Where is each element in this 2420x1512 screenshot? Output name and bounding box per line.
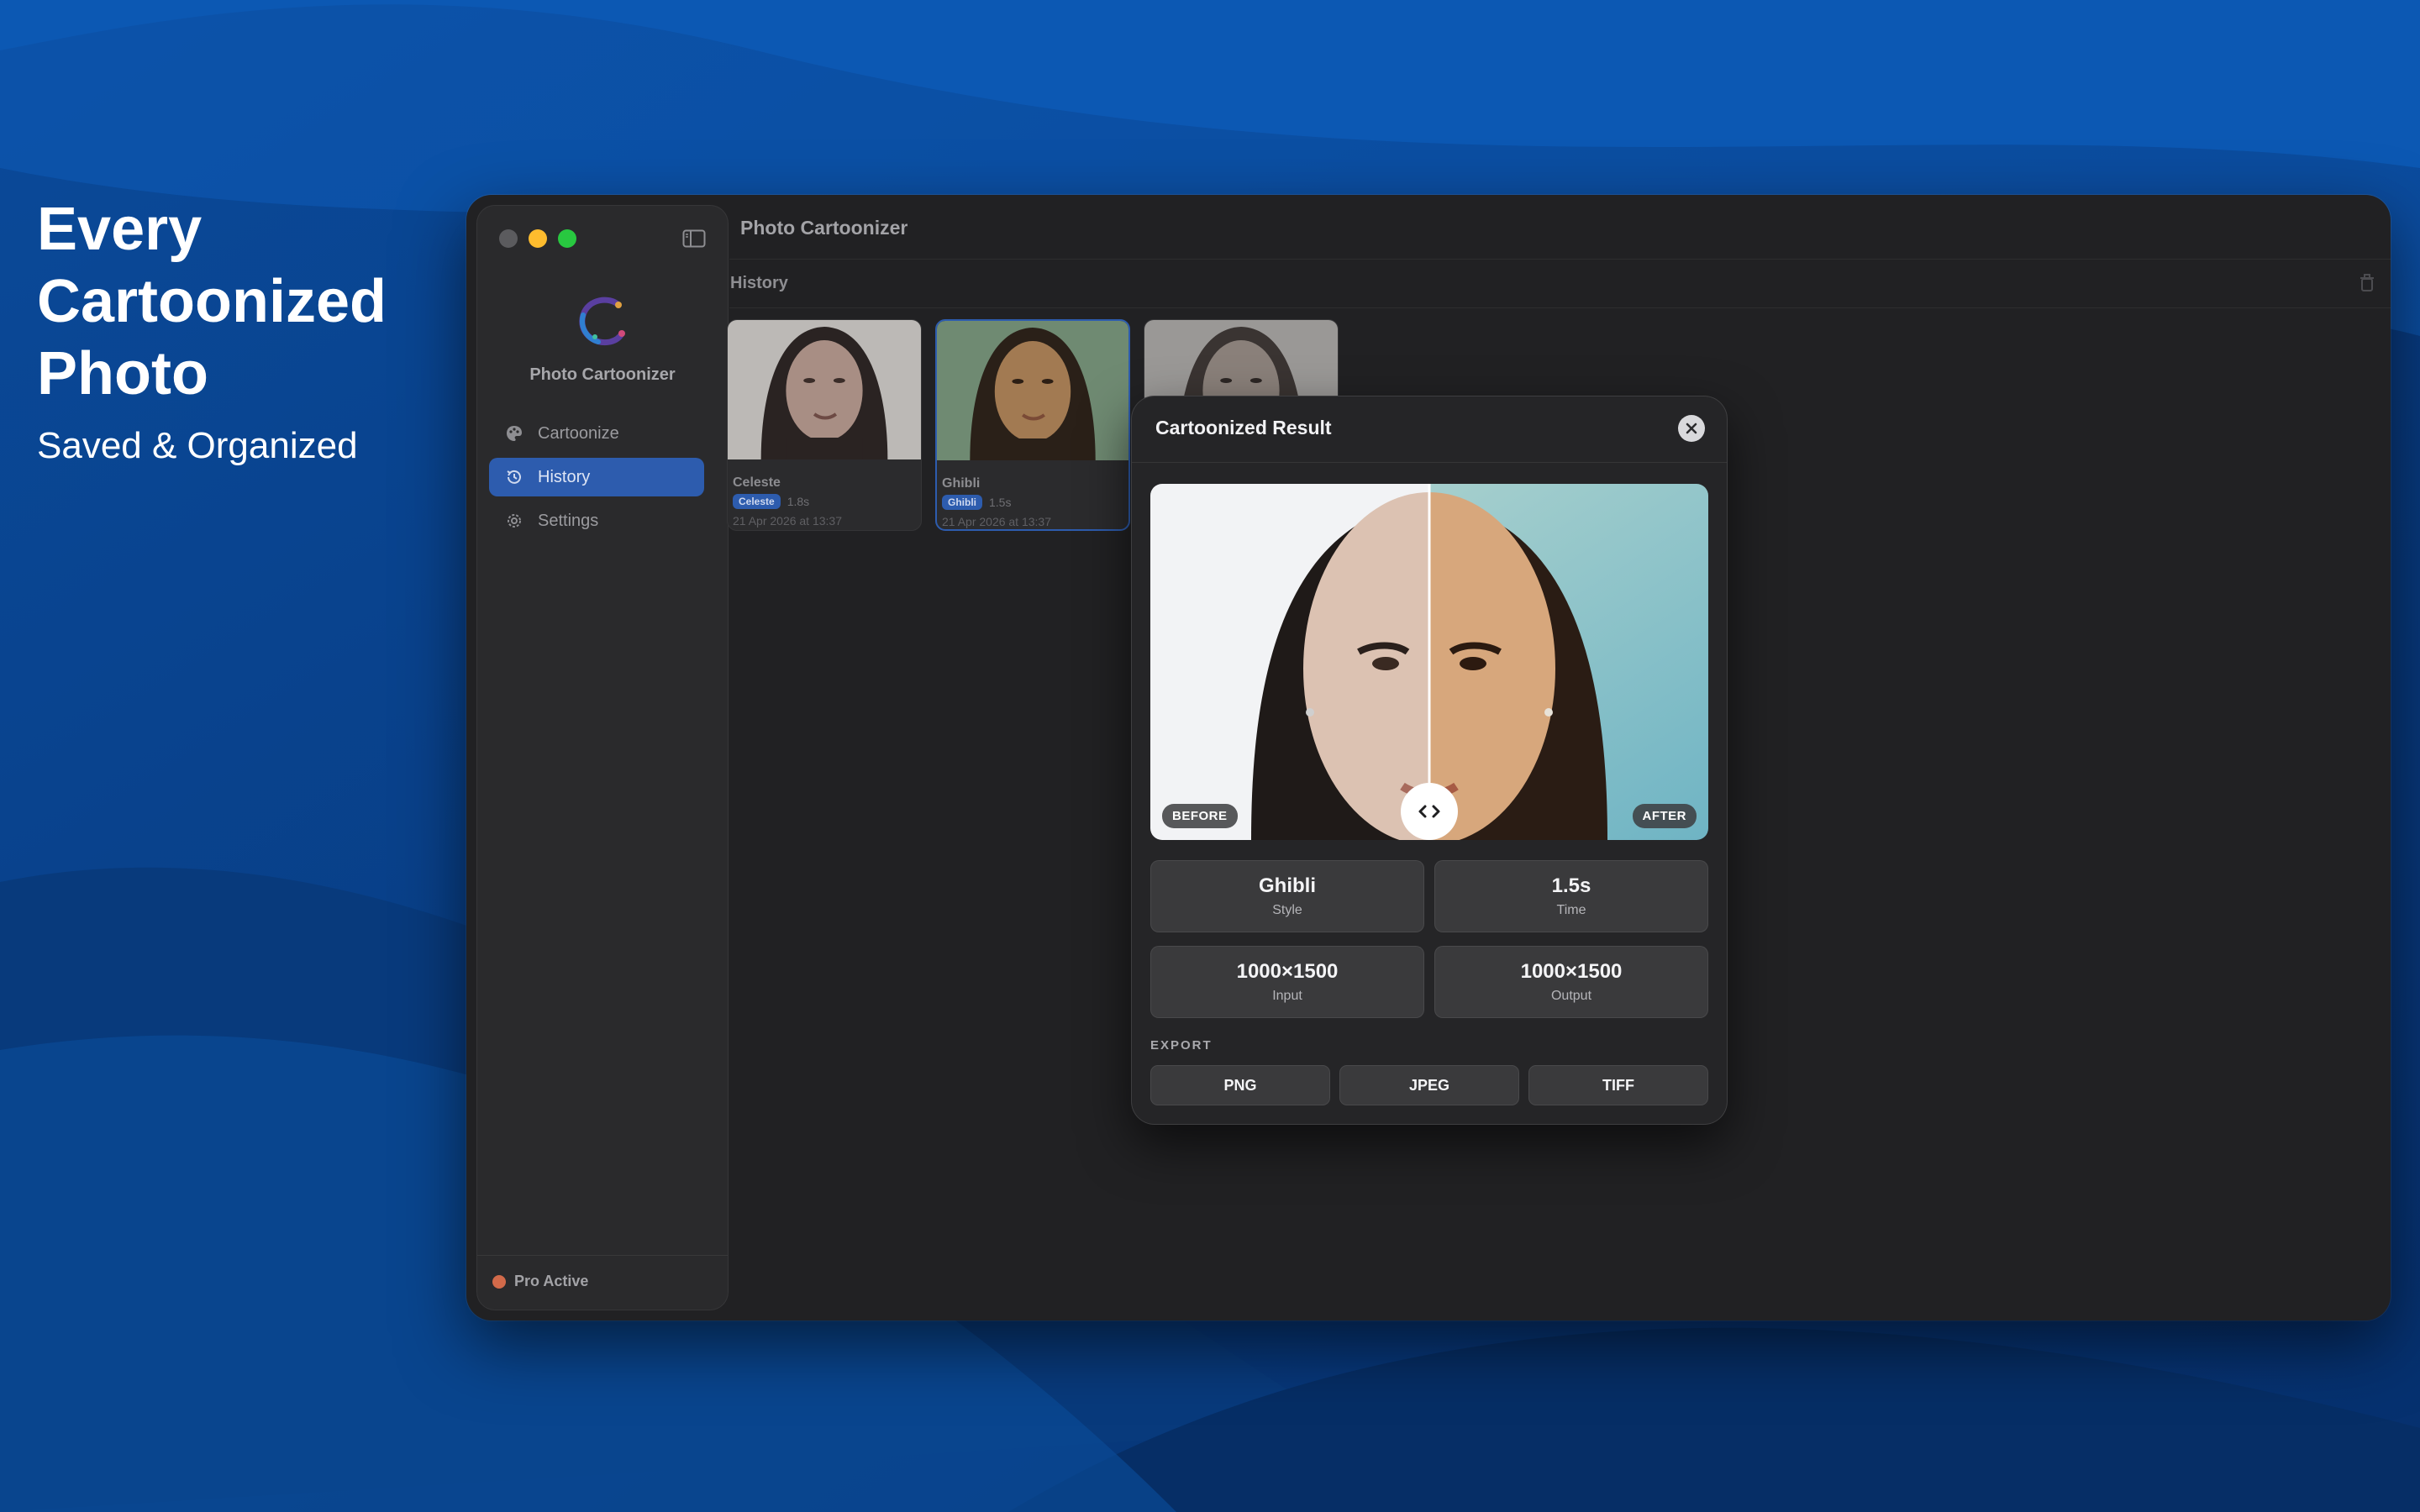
history-card-meta: Celeste 1.8s: [733, 494, 921, 509]
promo-headline: Every Cartoonized Photo: [37, 193, 387, 410]
window-minimize-button[interactable]: [529, 229, 547, 248]
history-card-name: Ghibli: [942, 476, 981, 491]
history-thumbnail: [937, 321, 1128, 460]
app-window: Photo Cartoonizer Cartoonize History Set…: [466, 195, 2391, 1320]
history-card-meta: Ghibli 1.5s: [942, 495, 1128, 510]
stat-input: 1000×1500 Input: [1150, 946, 1424, 1018]
pro-status-label: Pro Active: [514, 1273, 589, 1289]
stat-time: 1.5s Time: [1434, 860, 1708, 932]
sidebar-toggle-icon[interactable]: [682, 229, 706, 248]
window-maximize-button[interactable]: [558, 229, 576, 248]
sidebar-item-label: Cartoonize: [538, 423, 619, 443]
export-jpeg-button[interactable]: JPEG: [1339, 1065, 1519, 1105]
stat-label: Time: [1556, 903, 1586, 917]
clock-history-icon: [504, 467, 524, 487]
promo-headline-line-2: Cartoonized: [37, 268, 387, 335]
trash-icon[interactable]: [2359, 274, 2375, 292]
promo-headline-line-3: Photo: [37, 340, 208, 407]
style-badge: Ghibli: [942, 495, 982, 510]
before-label: BEFORE: [1162, 804, 1238, 828]
modal-close-button[interactable]: [1678, 415, 1705, 442]
comparison-slider-handle[interactable]: [1401, 783, 1458, 840]
sidebar-item-label: History: [538, 467, 591, 486]
sidebar-item-history[interactable]: History: [489, 458, 704, 496]
pro-badge-icon: [492, 1274, 506, 1289]
app-logo-icon: [579, 297, 625, 346]
export-label: EXPORT: [1150, 1038, 1213, 1053]
sidebar-footer: Pro Active: [477, 1255, 728, 1310]
stat-output: 1000×1500 Output: [1434, 946, 1708, 1018]
history-card-date: 21 Apr 2026 at 13:37: [733, 514, 842, 528]
history-card-date: 21 Apr 2026 at 13:37: [942, 515, 1051, 528]
modal-title: Cartoonized Result: [1155, 417, 1332, 438]
window-close-button[interactable]: [499, 229, 518, 248]
result-modal: Cartoonized Result BEFORE AFTER Ghibli S…: [1131, 396, 1728, 1125]
stat-label: Output: [1550, 989, 1592, 1003]
history-card-celeste[interactable]: Celeste Celeste 1.8s 21 Apr 2026 at 13:3…: [727, 319, 922, 531]
history-card-ghibli[interactable]: Ghibli Ghibli 1.5s 21 Apr 2026 at 13:37: [935, 319, 1130, 531]
promo-text: Every Cartoonized Photo Saved & Organize…: [37, 193, 387, 467]
stat-value: 1.5s: [1551, 874, 1591, 897]
stat-style: Ghibli Style: [1150, 860, 1424, 932]
gear-icon: [504, 511, 524, 531]
palette-icon: [504, 423, 524, 444]
sidebar-item-label: Settings: [538, 511, 599, 530]
history-thumbnail: [728, 320, 921, 459]
pro-status: Pro Active: [492, 1273, 588, 1290]
history-card-name: Celeste: [733, 475, 781, 490]
history-card-time: 1.8s: [786, 495, 810, 508]
chevrons-left-right-icon: [1418, 805, 1440, 818]
modal-header: Cartoonized Result: [1132, 396, 1727, 463]
stat-label: Input: [1272, 989, 1302, 1003]
sidebar: Photo Cartoonizer Cartoonize History Set…: [476, 205, 729, 1310]
history-section-label: History: [730, 274, 788, 292]
stat-label: Style: [1272, 903, 1302, 917]
promo-headline-line-1: Every: [37, 196, 203, 263]
sidebar-item-cartoonize[interactable]: Cartoonize: [489, 414, 704, 453]
stat-value: Ghibli: [1259, 874, 1316, 897]
section-divider: [729, 307, 2391, 308]
title-divider: [729, 259, 2391, 260]
close-icon: [1686, 423, 1697, 434]
export-tiff-button[interactable]: TIFF: [1528, 1065, 1708, 1105]
stat-value: 1000×1500: [1236, 960, 1339, 983]
window-title: Photo Cartoonizer: [740, 217, 908, 239]
stat-value: 1000×1500: [1520, 960, 1623, 983]
style-badge: Celeste: [733, 494, 781, 509]
sidebar-app-name: Photo Cartoonizer: [529, 365, 676, 384]
promo-subtitle: Saved & Organized: [37, 425, 358, 466]
history-card-time: 1.5s: [989, 496, 1012, 509]
before-after-comparison[interactable]: BEFORE AFTER: [1150, 484, 1708, 840]
export-png-button[interactable]: PNG: [1150, 1065, 1330, 1105]
after-label: AFTER: [1632, 804, 1697, 828]
sidebar-item-settings[interactable]: Settings: [489, 501, 704, 540]
